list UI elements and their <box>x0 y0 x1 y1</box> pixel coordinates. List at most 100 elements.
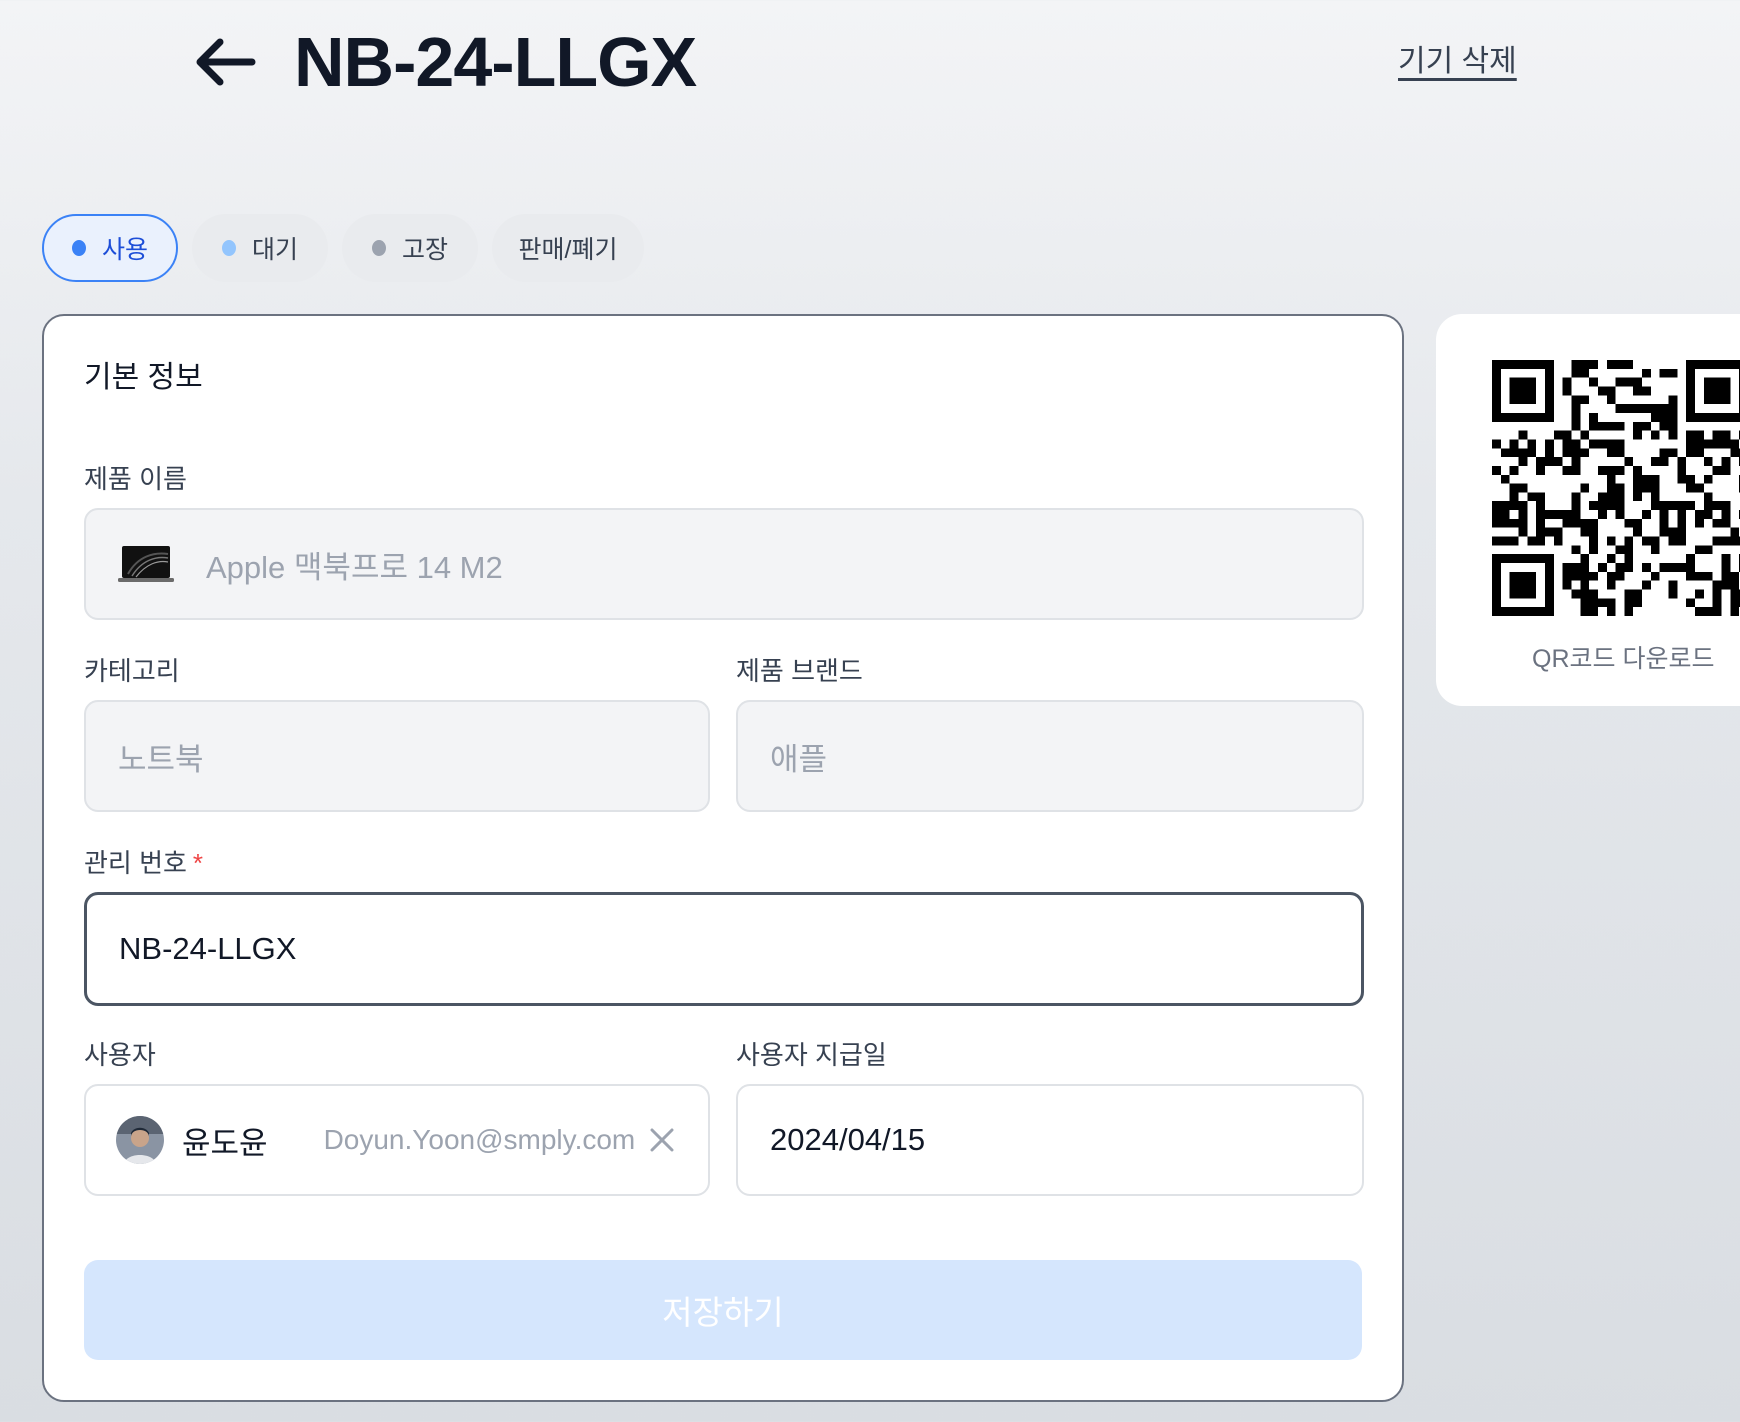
qr-module <box>1589 518 1598 528</box>
qr-module <box>1695 589 1704 599</box>
qr-module <box>1518 457 1528 466</box>
qr-module <box>1509 492 1519 502</box>
qr-module <box>1500 501 1510 511</box>
qr-module <box>1562 430 1572 440</box>
status-chip-sold-disposed[interactable]: 판매/폐기 <box>492 214 644 282</box>
qr-module <box>1492 598 1501 608</box>
qr-module <box>1686 430 1696 440</box>
qr-module <box>1606 501 1616 511</box>
issue-date-input[interactable]: 2024/04/15 <box>736 1084 1364 1196</box>
qr-module <box>1606 598 1616 608</box>
status-chip-standby[interactable]: 대기 <box>192 214 328 282</box>
qr-module <box>1703 474 1713 484</box>
qr-module <box>1659 448 1669 458</box>
qr-download-link[interactable]: QR코드 다운로드 <box>1436 642 1740 676</box>
qr-module <box>1571 501 1581 511</box>
qr-module <box>1527 571 1537 581</box>
qr-module <box>1544 563 1554 572</box>
qr-module <box>1606 421 1616 431</box>
qr-module <box>1544 527 1554 537</box>
qr-module <box>1518 360 1528 369</box>
save-button[interactable]: 저장하기 <box>84 1260 1362 1360</box>
qr-module <box>1703 607 1713 616</box>
qr-module <box>1492 386 1501 396</box>
qr-module <box>1615 571 1625 581</box>
qr-module <box>1677 518 1687 528</box>
qr-module <box>1509 412 1519 422</box>
qr-module <box>1562 571 1572 581</box>
qr-module <box>1527 360 1537 369</box>
qr-module <box>1712 465 1722 475</box>
management-number-input[interactable]: NB-24-LLGX <box>84 892 1364 1006</box>
qr-module <box>1668 501 1678 511</box>
qr-module <box>1580 483 1590 493</box>
qr-module <box>1721 412 1731 422</box>
qr-module <box>1659 368 1669 378</box>
qr-module <box>1633 598 1643 608</box>
qr-module <box>1492 536 1501 546</box>
qr-module <box>1518 386 1528 396</box>
qr-module <box>1580 563 1590 572</box>
qr-module <box>1730 527 1740 537</box>
qr-module <box>1721 554 1731 564</box>
qr-module <box>1606 554 1616 564</box>
qr-module <box>1686 483 1696 493</box>
qr-module <box>1615 545 1625 555</box>
qr-module <box>1668 527 1678 537</box>
qr-module <box>1518 448 1528 458</box>
qr-module <box>1571 492 1581 502</box>
qr-module <box>1633 465 1643 475</box>
qr-module <box>1509 589 1519 599</box>
qr-module <box>1509 439 1519 449</box>
qr-module <box>1527 395 1537 405</box>
qr-module <box>1633 474 1643 484</box>
qr-module <box>1553 527 1563 537</box>
qr-module <box>1536 554 1545 564</box>
qr-module <box>1580 571 1590 581</box>
laptop-icon <box>118 546 174 582</box>
qr-module <box>1536 360 1545 369</box>
qr-module <box>1597 465 1607 475</box>
user-select-field[interactable]: 윤도윤 Doyun.Yoon@smply.com <box>84 1084 710 1196</box>
qr-module <box>1606 607 1616 616</box>
qr-module <box>1527 607 1537 616</box>
qr-module <box>1500 510 1510 519</box>
qr-module <box>1677 457 1687 466</box>
qr-module <box>1509 377 1519 387</box>
qr-module <box>1580 430 1590 440</box>
qr-module <box>1686 448 1696 458</box>
delete-device-link[interactable]: 기기 삭제 <box>1398 42 1517 82</box>
status-chip-in-use[interactable]: 사용 <box>42 214 178 282</box>
qr-module <box>1571 518 1581 528</box>
qr-module <box>1712 412 1722 422</box>
qr-module <box>1686 368 1696 378</box>
qr-module <box>1536 412 1545 422</box>
qr-module <box>1695 571 1704 581</box>
qr-module <box>1668 412 1678 422</box>
qr-module <box>1544 571 1554 581</box>
category-field: 노트북 <box>84 700 710 812</box>
basic-info-card: 기본 정보 제품 이름 Apple 맥북프로 14 M2 카테고리 노트북 제품… <box>42 314 1404 1402</box>
qr-module <box>1703 571 1713 581</box>
qr-module <box>1589 589 1598 599</box>
qr-module <box>1571 510 1581 519</box>
qr-module <box>1571 368 1581 378</box>
qr-module <box>1650 501 1660 511</box>
qr-module <box>1703 439 1713 449</box>
qr-module <box>1509 554 1519 564</box>
qr-module <box>1695 518 1704 528</box>
qr-module <box>1580 589 1590 599</box>
back-arrow-icon[interactable] <box>190 30 260 94</box>
qr-module <box>1597 563 1607 572</box>
qr-module <box>1730 412 1740 422</box>
qr-module <box>1597 386 1607 396</box>
status-chip-broken[interactable]: 고장 <box>342 214 478 282</box>
qr-module <box>1703 360 1713 369</box>
qr-module <box>1544 607 1554 616</box>
qr-module <box>1571 412 1581 422</box>
clear-user-icon[interactable] <box>646 1124 678 1156</box>
issue-date-label: 사용자 지급일 <box>736 1040 887 1070</box>
qr-module <box>1509 571 1519 581</box>
qr-module <box>1721 465 1731 475</box>
qr-module <box>1580 395 1590 405</box>
